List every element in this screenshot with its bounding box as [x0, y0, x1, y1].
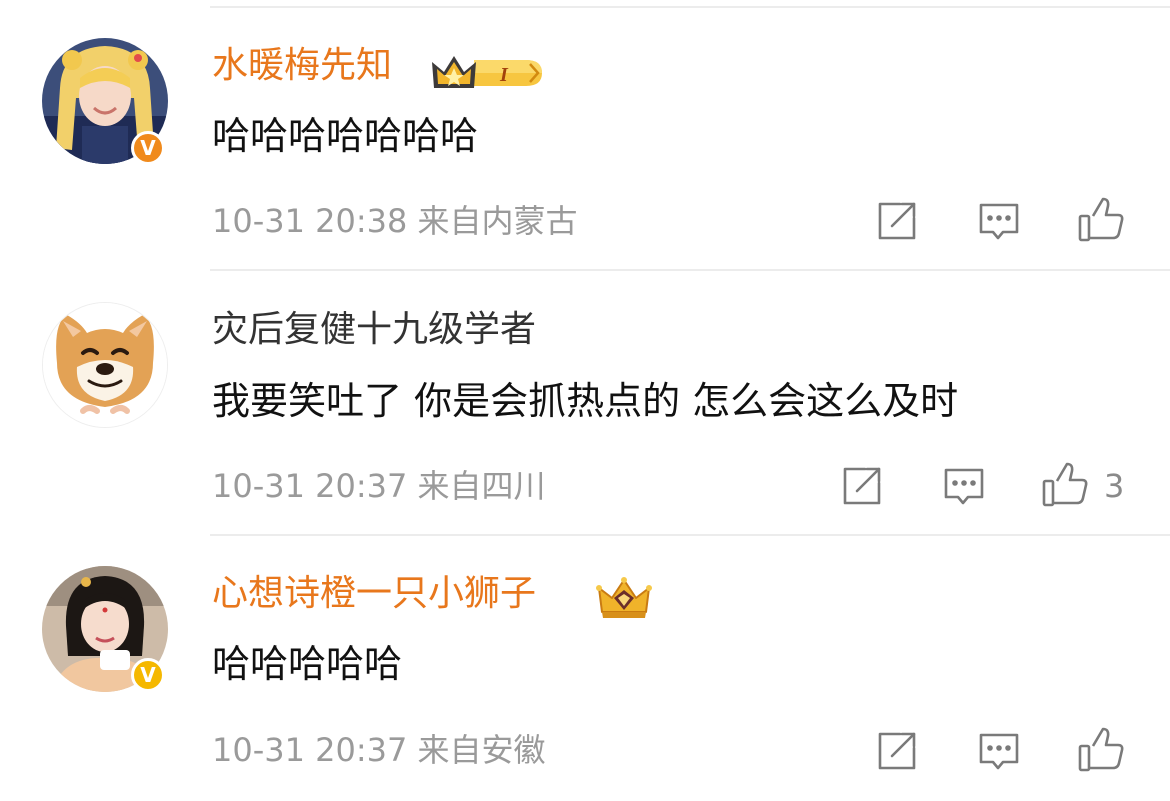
thumbs-up-icon[interactable] [1077, 196, 1125, 248]
username[interactable]: 心想诗橙一只小狮子 [212, 572, 536, 616]
username[interactable]: 灾后复健十九级学者 [212, 308, 536, 352]
thumbs-up-icon[interactable] [1077, 726, 1125, 778]
comment-text: 哈哈哈哈哈 [212, 642, 403, 686]
comment-item: V 水暖梅先知 I 哈哈哈哈哈哈哈 10-31 20:38 来自内蒙古 [0, 8, 1170, 273]
share-icon[interactable] [841, 465, 883, 511]
share-icon[interactable] [876, 200, 918, 246]
thumbs-up-icon[interactable] [1041, 461, 1089, 513]
comment-item: V 心想诗橙一只小狮子 哈哈哈哈哈 10-31 20:37 来自安徽 [0, 536, 1170, 801]
location: 来自安徽 [417, 731, 546, 769]
comment-meta: 10-31 20:37 来自四川 [212, 466, 546, 506]
location: 来自内蒙古 [417, 202, 578, 240]
verified-badge: V [131, 131, 165, 165]
share-icon[interactable] [876, 730, 918, 776]
comment-item: 灾后复健十九级学者 我要笑吐了 你是会抓热点的 怎么会这么及时 10-31 20… [0, 271, 1170, 536]
verified-badge: V [131, 658, 165, 692]
comment-text: 我要笑吐了 你是会抓热点的 怎么会这么及时 [212, 379, 959, 423]
comment-icon[interactable] [942, 465, 986, 513]
timestamp: 10-31 20:37 [212, 731, 408, 769]
location: 来自四川 [417, 467, 546, 505]
username[interactable]: 水暖梅先知 [212, 44, 392, 88]
like-count: 3 [1104, 467, 1125, 505]
crown-level: I [499, 64, 509, 86]
avatar[interactable] [42, 302, 168, 428]
timestamp: 10-31 20:37 [212, 467, 408, 505]
comment-icon[interactable] [977, 730, 1021, 778]
timestamp: 10-31 20:38 [212, 202, 408, 240]
comment-meta: 10-31 20:37 来自安徽 [212, 730, 546, 770]
comment-text: 哈哈哈哈哈哈哈 [212, 114, 479, 158]
comment-icon[interactable] [977, 200, 1021, 248]
crown-icon[interactable] [596, 576, 652, 624]
crown-icon[interactable]: I [430, 52, 546, 98]
comment-meta: 10-31 20:38 来自内蒙古 [212, 201, 578, 241]
